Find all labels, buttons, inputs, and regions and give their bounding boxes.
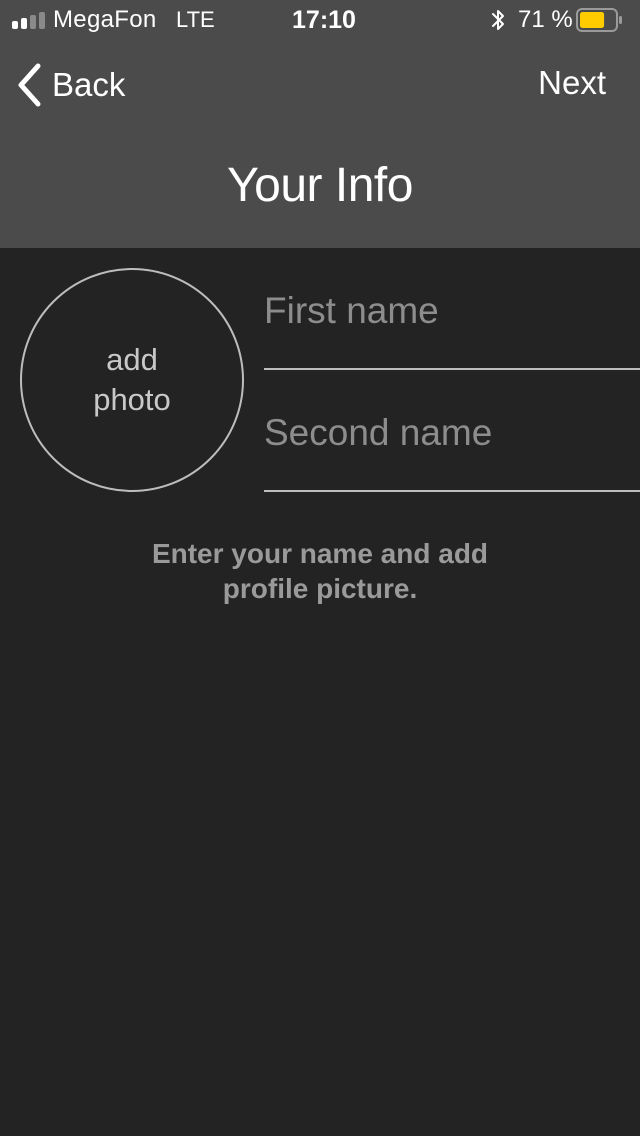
header: MegaFon LTE 17:10 71 % Back Next Your In…: [0, 0, 640, 248]
battery-icon: [576, 8, 622, 32]
add-photo-label: add photo: [52, 340, 212, 420]
first-name-field: [264, 284, 640, 370]
next-button[interactable]: Next: [538, 64, 606, 102]
page-title: Your Info: [227, 159, 413, 212]
add-photo-label-line2: photo: [93, 382, 171, 417]
status-bar: MegaFon LTE 17:10 71 %: [0, 0, 640, 40]
first-name-input[interactable]: [264, 284, 640, 338]
back-label: Back: [52, 66, 126, 103]
chevron-left-icon: [18, 63, 41, 107]
second-name-field: [264, 406, 640, 492]
instruction-line2: profile picture.: [222, 573, 418, 604]
add-photo-button[interactable]: add photo: [20, 268, 244, 492]
your-info-screen: MegaFon LTE 17:10 71 % Back Next Your In…: [0, 0, 640, 1136]
second-name-input[interactable]: [264, 406, 640, 460]
instruction-text: Enter your name and add profile picture.: [0, 536, 640, 606]
add-photo-label-line1: add: [106, 342, 158, 377]
back-button[interactable]: Back: [16, 62, 125, 108]
instruction-line1: Enter your name and add: [151, 538, 489, 569]
bluetooth-icon: [492, 10, 504, 30]
battery-percent: 71 %: [518, 6, 573, 33]
